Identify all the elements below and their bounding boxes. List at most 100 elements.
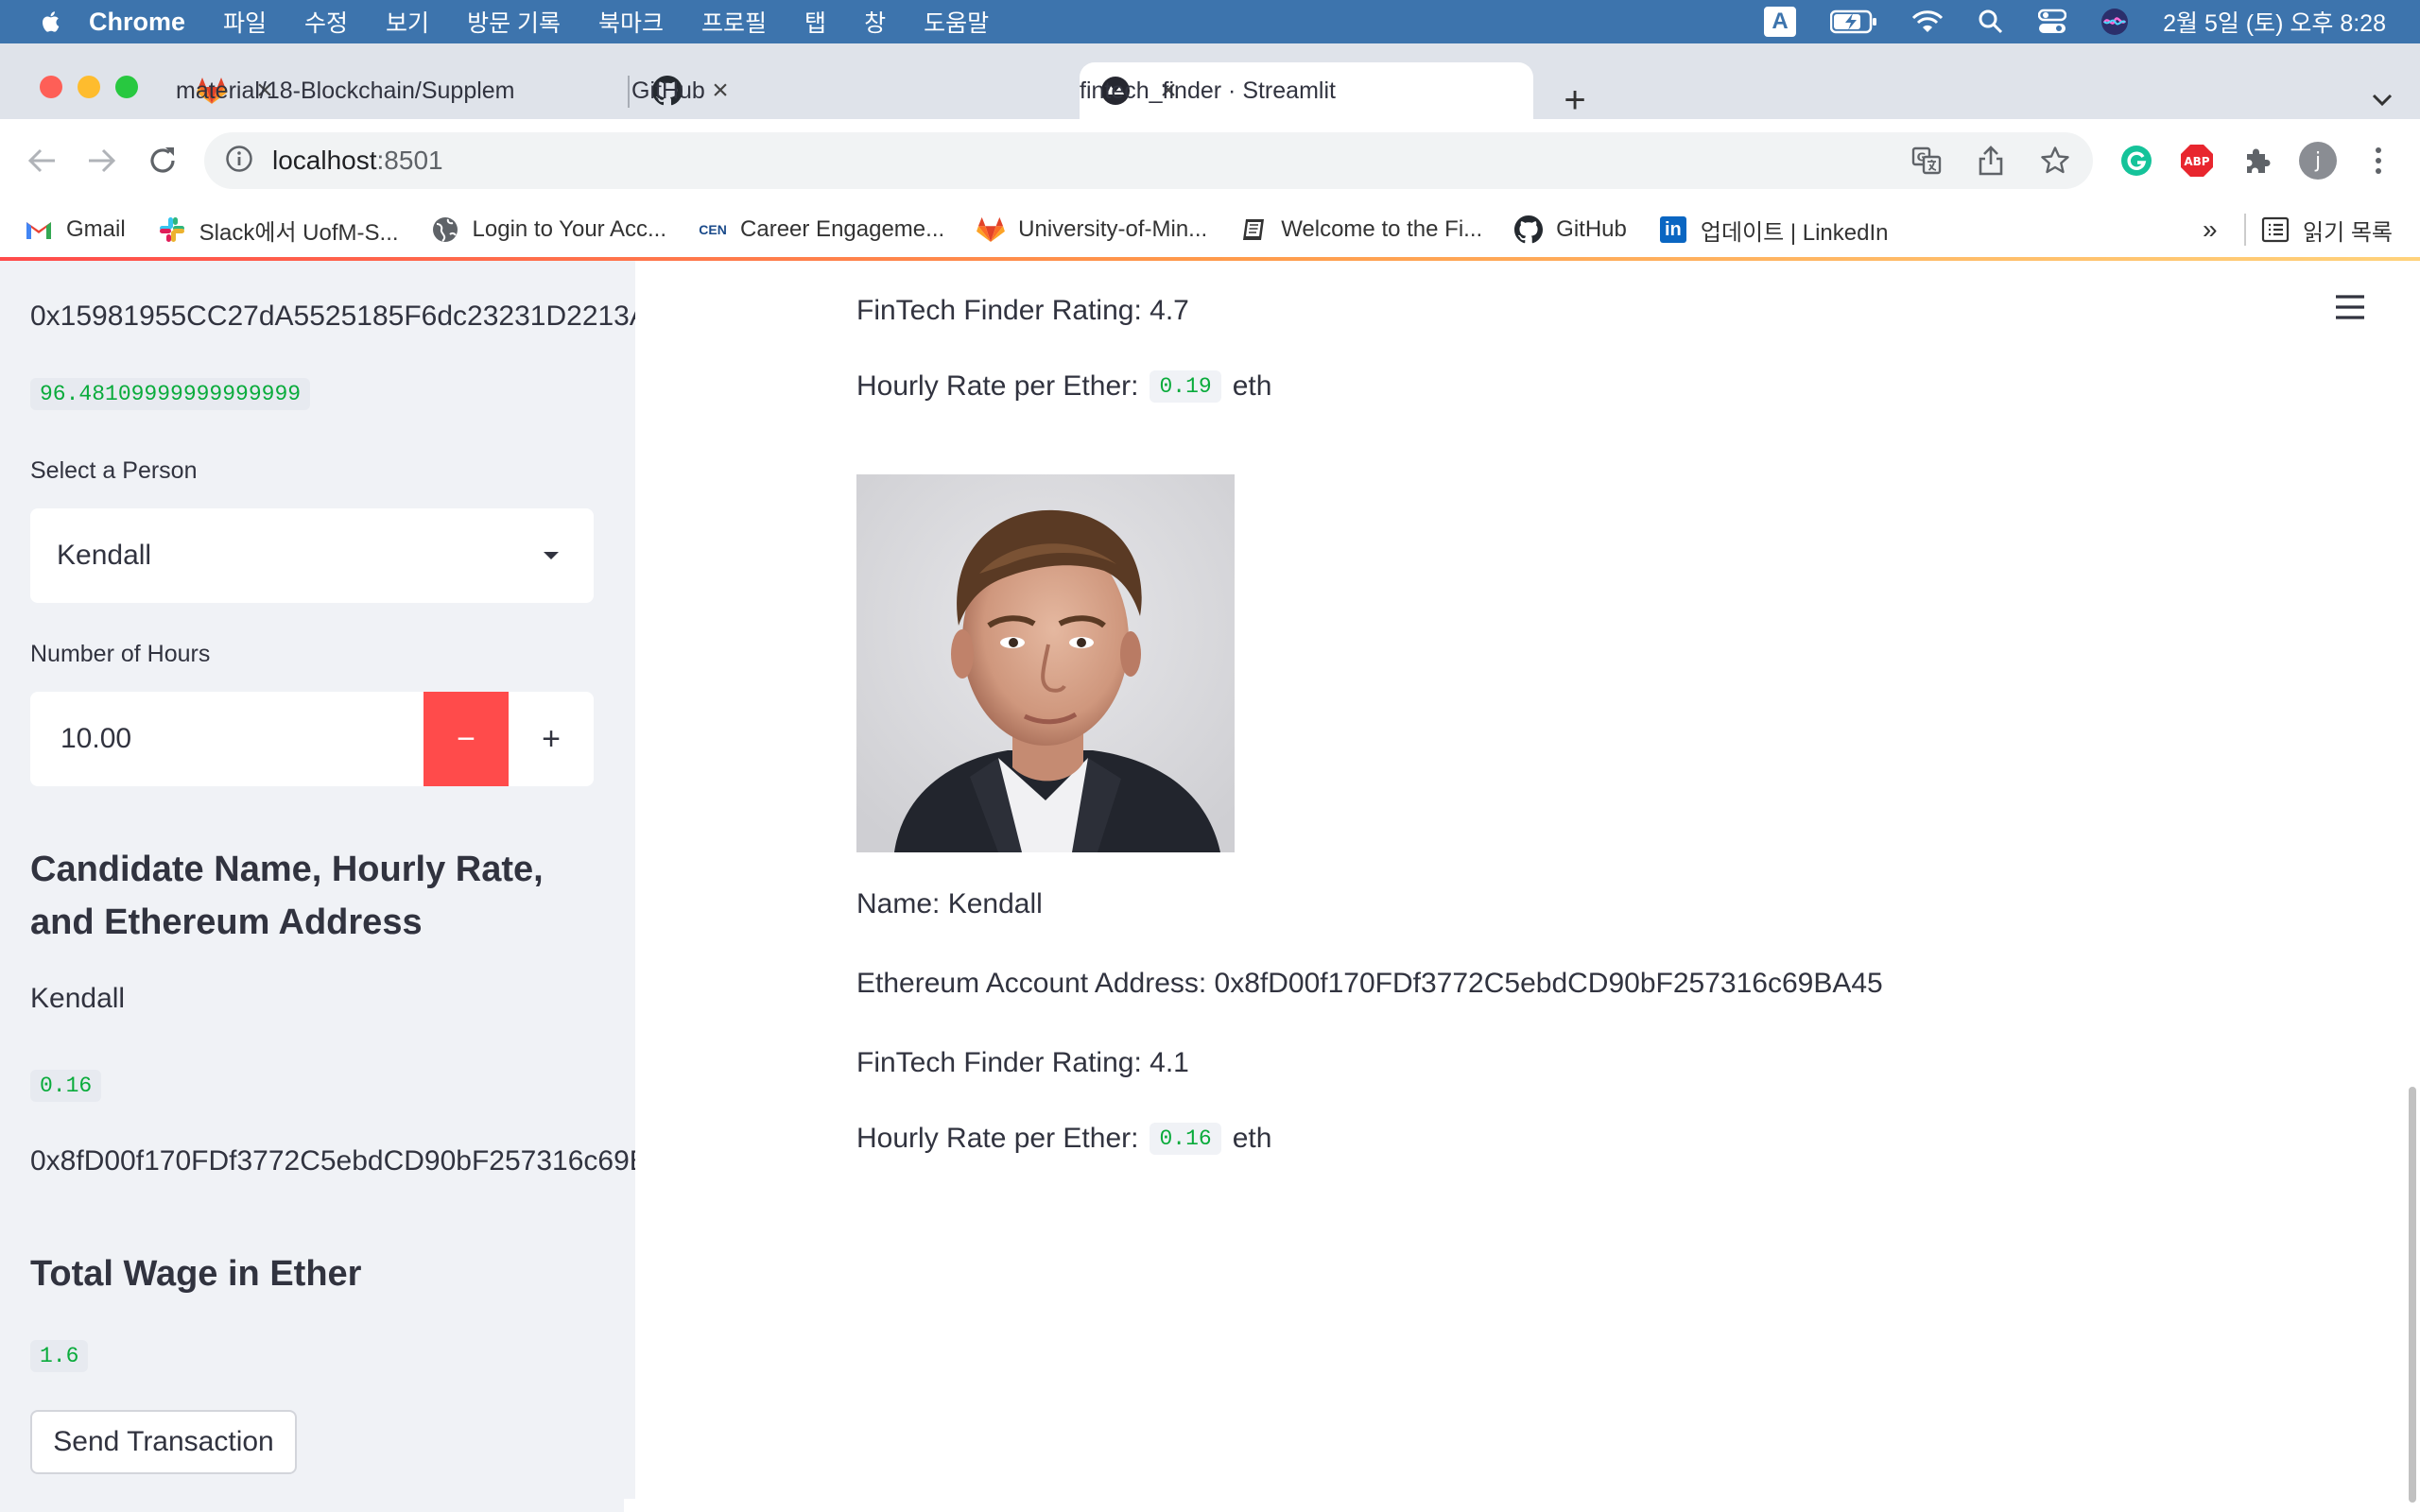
- site-info-icon[interactable]: [225, 145, 253, 178]
- send-transaction-button[interactable]: Send Transaction: [30, 1410, 297, 1474]
- apple-icon[interactable]: [40, 10, 60, 33]
- select-person-dropdown[interactable]: Kendall: [30, 508, 594, 603]
- siri-icon[interactable]: [2100, 8, 2129, 36]
- svg-text:ABP: ABP: [2184, 155, 2209, 168]
- bookmark-label: Slack에서 UofM-S...: [199, 219, 399, 246]
- candidate-rate-row: Hourly Rate per Ether: 0.16 eth: [856, 1123, 1271, 1155]
- main-scrollbar[interactable]: [2409, 1087, 2416, 1503]
- bookmark-label: Career Engageme...: [740, 216, 945, 242]
- extensions-puzzle-icon[interactable]: [2235, 138, 2280, 183]
- menu-file[interactable]: 파일: [223, 5, 267, 39]
- reading-list-icon: [2261, 216, 2290, 243]
- streamlit-main-content: [635, 261, 2420, 1512]
- bookmark-welcome[interactable]: Welcome to the Fi...: [1239, 215, 1482, 244]
- chrome-menu-kebab-icon[interactable]: [2356, 138, 2401, 183]
- window-minimize-button[interactable]: [78, 76, 100, 98]
- streamlit-sidebar[interactable]: 0x15981955CC27dA5525185F6dc23231D2213A6 …: [0, 261, 635, 1512]
- grammarly-icon[interactable]: [2114, 138, 2159, 183]
- globe-icon: [431, 215, 459, 244]
- menu-bookmarks[interactable]: 북마크: [598, 5, 664, 39]
- bookmark-label: Login to Your Acc...: [472, 216, 667, 242]
- back-arrow-icon[interactable]: [21, 140, 62, 181]
- previous-candidate-rating: FinTech Finder Rating: 4.7: [856, 295, 1189, 326]
- battery-icon[interactable]: [1830, 9, 1877, 34]
- url-host: localhost: [272, 146, 377, 175]
- tab-search-chevron-icon[interactable]: [2363, 81, 2401, 119]
- candidate-portrait-image: [856, 474, 1235, 852]
- input-source-indicator[interactable]: A: [1764, 7, 1797, 37]
- address-bar[interactable]: localhost:8501 G: [204, 132, 2093, 189]
- adblock-plus-icon[interactable]: ABP: [2174, 138, 2220, 183]
- bookmarks-overflow-chevron[interactable]: »: [2203, 215, 2218, 245]
- bookmark-gmail[interactable]: Gmail: [25, 215, 126, 244]
- hourly-rate-value: 0.16: [1150, 1123, 1221, 1155]
- bookmark-career[interactable]: CEN Career Engageme...: [699, 215, 944, 244]
- profile-initial: j: [2314, 149, 2321, 173]
- hours-increment-button[interactable]: +: [509, 692, 594, 786]
- tab-label: fintech_finder · Streamlit: [1080, 77, 1336, 104]
- window-close-button[interactable]: [40, 76, 62, 98]
- translate-icon[interactable]: G: [1908, 142, 1945, 180]
- tab-github[interactable]: GitHub ×: [631, 62, 1070, 119]
- window-zoom-button[interactable]: [115, 76, 138, 98]
- cen-icon: CEN: [699, 215, 727, 244]
- hourly-rate-label: Hourly Rate per Ether:: [856, 370, 1139, 402]
- select-person-label: Select a Person: [30, 457, 198, 484]
- slack-icon: [158, 215, 186, 244]
- macos-menu-bar: Chrome 파일 수정 보기 방문 기록 북마크 프로필 탭 창 도움말 A …: [0, 0, 2420, 43]
- menu-window[interactable]: 창: [864, 5, 886, 39]
- bookmark-github[interactable]: GitHub: [1514, 215, 1627, 244]
- github-icon: [1514, 215, 1544, 244]
- linkedin-icon-text: in: [1659, 216, 1686, 243]
- hourly-rate-value: 0.19: [1150, 370, 1221, 403]
- select-person-value: Kendall: [57, 540, 152, 571]
- cen-icon-text: CEN: [699, 222, 727, 237]
- gmail-icon: [25, 215, 53, 244]
- share-icon[interactable]: [1972, 142, 2010, 180]
- reload-icon[interactable]: [142, 140, 183, 181]
- tab-gitlab-material[interactable]: material/18-Blockchain/Supplem ×: [176, 62, 616, 119]
- hours-decrement-button[interactable]: −: [424, 692, 509, 786]
- sidebar-edge: [624, 1499, 635, 1512]
- bookmark-linkedin[interactable]: in 업데이트 | LinkedIn: [1659, 214, 1889, 247]
- input-source-letter: A: [1764, 7, 1797, 37]
- control-center-icon[interactable]: [2038, 9, 2067, 35]
- bookmark-label: Gmail: [66, 216, 126, 242]
- menu-app-name[interactable]: Chrome: [89, 8, 185, 37]
- menu-help[interactable]: 도움말: [924, 5, 989, 39]
- candidate-rating-text: FinTech Finder Rating: 4.1: [856, 1047, 1189, 1078]
- tab-label: material/18-Blockchain/Supplem: [176, 77, 515, 104]
- menu-history[interactable]: 방문 기록: [467, 5, 561, 39]
- sidebar-account-balance: 96.48109999999999999: [30, 378, 311, 410]
- menu-view[interactable]: 보기: [386, 5, 429, 39]
- tab-fintech-finder-active[interactable]: fintech_finder · Streamlit ×: [1080, 62, 1533, 119]
- tab-close-icon[interactable]: ×: [703, 74, 737, 108]
- menu-edit[interactable]: 수정: [304, 5, 348, 39]
- book-icon: [1239, 215, 1268, 244]
- menu-profiles[interactable]: 프로필: [701, 5, 767, 39]
- candidate-eth-address: 0x8fD00f170FDf3772C5ebdCD90bF257316c69BA…: [30, 1145, 635, 1177]
- total-wage-header: Total Wage in Ether: [30, 1254, 362, 1294]
- profile-avatar[interactable]: j: [2295, 138, 2341, 183]
- menu-tab[interactable]: 탭: [804, 5, 826, 39]
- previous-candidate-rate-row: Hourly Rate per Ether: 0.19 eth: [856, 370, 1271, 403]
- forward-arrow-icon[interactable]: [81, 140, 123, 181]
- bookmark-label: 업데이트 | LinkedIn: [1700, 219, 1889, 246]
- wifi-icon[interactable]: [1911, 9, 1944, 34]
- candidate-address-text: Ethereum Account Address: 0x8fD00f170FDf…: [856, 968, 1883, 999]
- bookmarks-separator: [2244, 214, 2246, 246]
- bookmark-login[interactable]: Login to Your Acc...: [431, 215, 667, 244]
- hamburger-menu-icon[interactable]: [2333, 293, 2367, 321]
- hours-label: Number of Hours: [30, 641, 211, 667]
- spotlight-search-icon[interactable]: [1978, 9, 2004, 35]
- tab-label: GitHub: [631, 77, 705, 104]
- menubar-clock[interactable]: 2월 5일 (토) 오후 8:28: [2163, 5, 2386, 39]
- bookmark-slack[interactable]: Slack에서 UofM-S...: [158, 214, 399, 247]
- sidebar-account-address: 0x15981955CC27dA5525185F6dc23231D2213A6: [30, 301, 635, 332]
- reading-list-button[interactable]: 읽기 목록: [2261, 214, 2393, 247]
- gitlab-icon: [977, 215, 1006, 244]
- new-tab-plus-icon[interactable]: +: [1556, 79, 1594, 121]
- bookmark-university[interactable]: University-of-Min...: [977, 215, 1207, 244]
- hours-input-field[interactable]: 10.00: [60, 723, 424, 755]
- bookmark-star-icon[interactable]: [2036, 142, 2074, 180]
